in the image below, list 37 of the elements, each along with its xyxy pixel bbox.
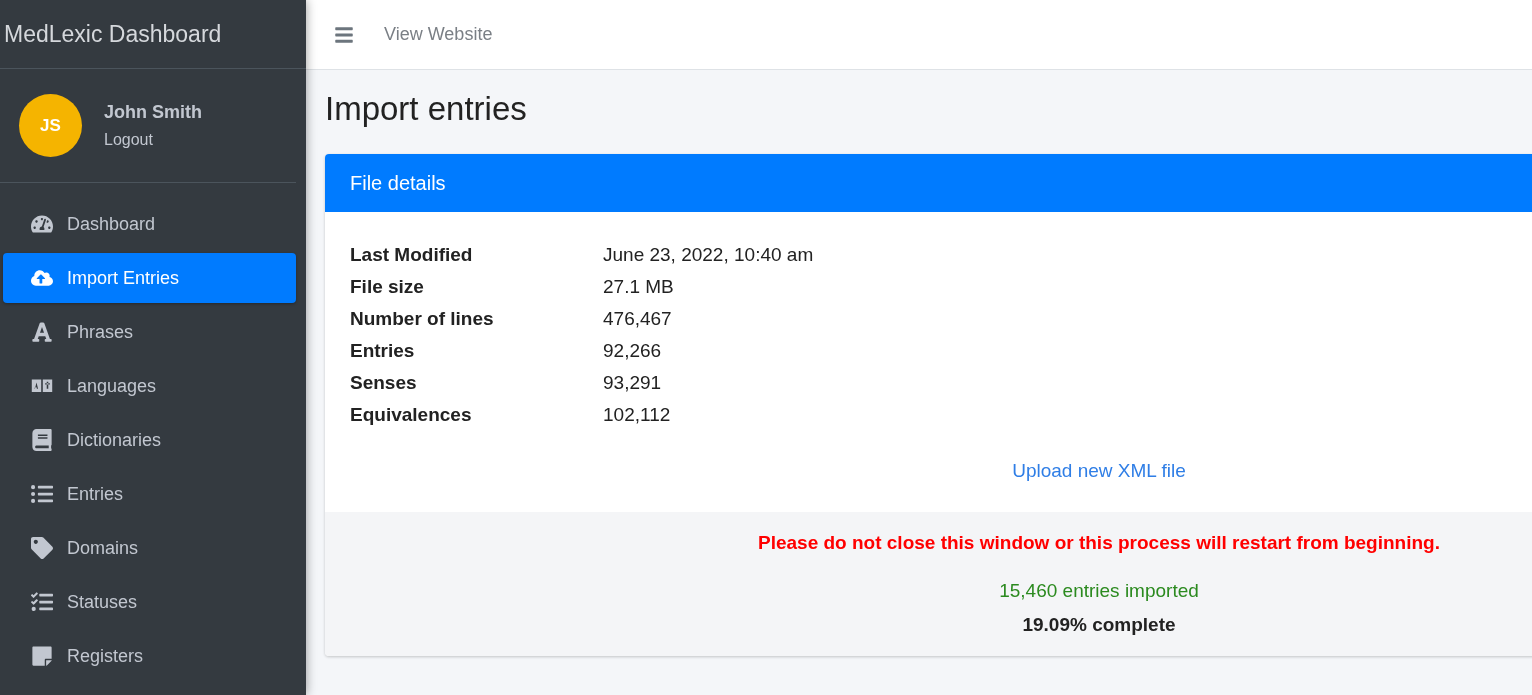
detail-value: June 23, 2022, 10:40 am	[603, 244, 815, 266]
detail-value: 476,467	[603, 308, 673, 330]
user-avatar: JS	[19, 94, 82, 157]
detail-label: Last Modified	[350, 244, 474, 266]
nav-item[interactable]: Phrases	[3, 307, 296, 357]
menu-icon[interactable]	[334, 24, 354, 45]
list-icon	[28, 483, 55, 505]
nav-item[interactable]: Registers	[3, 631, 296, 681]
logout-link[interactable]: Logout	[104, 131, 202, 149]
checklist-icon	[28, 591, 55, 613]
detail-label: Number of lines	[350, 308, 495, 330]
detail-value: 27.1 MB	[603, 276, 675, 298]
tag-icon	[28, 537, 55, 559]
detail-value: 93,291	[603, 372, 663, 394]
detail-value: 92,266	[603, 340, 663, 362]
card-header: File details	[325, 154, 1532, 212]
nav-item[interactable]: Dictionaries	[3, 415, 296, 465]
detail-label: Entries	[350, 340, 416, 362]
nav-item[interactable]: Dashboard	[3, 199, 296, 249]
gauge-icon	[28, 213, 55, 235]
detail-label: Equivalences	[350, 404, 473, 426]
nav-item[interactable]: Entries	[3, 469, 296, 519]
warning-text: Please do not close this window or this process will restart from beginning.	[758, 532, 1440, 554]
progress-text: 19.09% complete	[1022, 614, 1176, 636]
detail-value: 102,112	[603, 404, 672, 426]
user-name: John Smith	[104, 102, 202, 123]
cloud-upload-icon	[28, 267, 55, 289]
upload-link[interactable]: Upload new XML file	[1012, 460, 1186, 482]
view-website-link[interactable]: View Website	[384, 24, 493, 45]
nav-item[interactable]: Domains	[3, 523, 296, 573]
nav-item[interactable]: Statuses	[3, 577, 296, 627]
nav-item[interactable]: Languages	[3, 361, 296, 411]
nav-item[interactable]: Import Entries	[3, 253, 296, 303]
detail-label: File size	[350, 276, 425, 298]
detail-label: Senses	[350, 372, 418, 394]
imported-count: 15,460 entries imported	[999, 580, 1199, 602]
page-title: Import entries	[325, 90, 528, 128]
